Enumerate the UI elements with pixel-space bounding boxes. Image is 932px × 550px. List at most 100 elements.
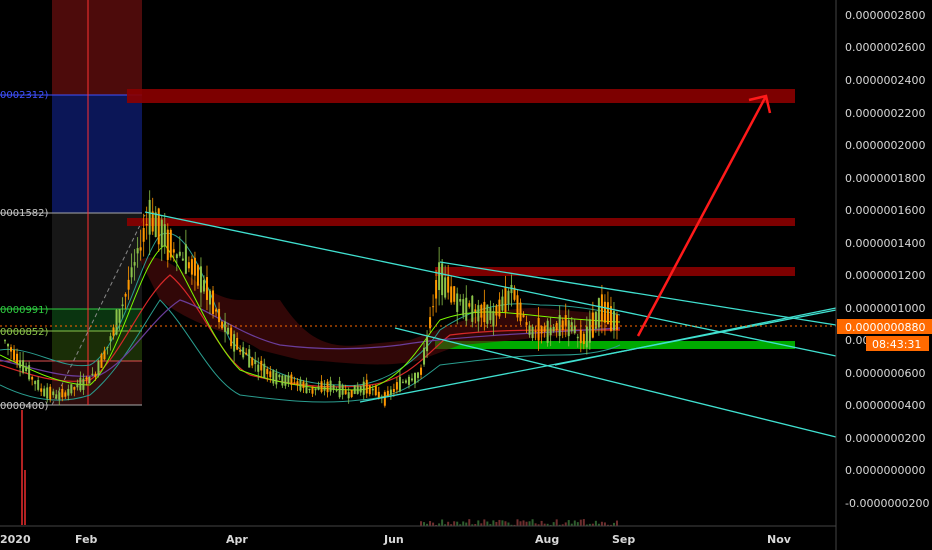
x-label-6: Nov — [767, 533, 792, 546]
candle-body — [353, 385, 356, 394]
y-tick-2: 0.0000002400 — [845, 74, 925, 87]
candle-body — [441, 263, 444, 296]
volume-bar — [576, 522, 579, 526]
candle-body — [398, 376, 401, 392]
y-tick-9: 0.0000001000 — [845, 302, 925, 315]
candle-body — [302, 381, 305, 388]
candle-body — [142, 228, 145, 242]
candle-body — [450, 286, 453, 303]
candle-body — [468, 303, 471, 307]
candle-body — [187, 262, 190, 269]
y-tick-3: 0.0000002200 — [845, 107, 925, 120]
candle-body — [365, 379, 368, 394]
candle-body — [531, 326, 534, 338]
fib-label-4: 0000400) — [0, 401, 49, 412]
countdown-badge: 08:43:31 — [866, 336, 929, 351]
volume-bar — [456, 521, 459, 526]
candle-body — [326, 381, 329, 393]
candle-body — [498, 299, 501, 317]
volume-bar — [507, 522, 510, 526]
candle-body — [52, 391, 55, 396]
candle-body — [528, 325, 531, 335]
y-tick-12: 0.0000000400 — [845, 399, 925, 412]
volume-bar — [429, 521, 432, 526]
candle-body — [172, 249, 175, 253]
candle-body — [323, 386, 326, 391]
candle-body — [257, 364, 260, 372]
candle-body — [456, 293, 459, 312]
volume-bar — [594, 520, 597, 526]
candle-body — [284, 375, 287, 386]
volume-bar — [483, 519, 486, 526]
resistance-zone-low — [435, 267, 795, 276]
price-chart[interactable]: 0002312) 0001582) 0000991) 0000852) 0000… — [0, 0, 932, 550]
fib-label-2: 0000991) — [0, 305, 49, 316]
volume-bar — [552, 522, 555, 526]
candle-body — [181, 258, 184, 261]
volume-bar — [567, 520, 570, 526]
volume-bar — [615, 520, 618, 526]
candle-body — [504, 287, 507, 313]
candle-body — [91, 373, 94, 376]
candle-body — [275, 372, 278, 385]
y-tick-15: -0.0000000200 — [845, 497, 929, 510]
candle-body — [130, 267, 133, 278]
candle-body — [40, 388, 43, 392]
candle-body — [570, 322, 573, 331]
candle-body — [202, 280, 205, 292]
volume-bar — [465, 522, 468, 526]
candle-body — [236, 337, 239, 350]
candle-body — [588, 319, 591, 343]
candle-body — [136, 248, 139, 254]
candle-body — [579, 330, 582, 344]
candle-body — [31, 376, 34, 380]
resistance-zone-top — [127, 89, 795, 103]
candle-body — [190, 259, 193, 275]
candle-body — [395, 382, 398, 390]
candle-body — [612, 311, 615, 331]
candle-body — [163, 224, 166, 247]
candle-body — [597, 298, 600, 328]
candle-body — [356, 386, 359, 394]
candle-body — [245, 352, 248, 355]
candle-body — [311, 386, 314, 394]
candle-body — [462, 299, 465, 316]
candle-body — [549, 327, 552, 336]
candle-body — [112, 327, 115, 336]
candle-body — [305, 382, 308, 394]
candle-body — [534, 331, 537, 333]
candle-body — [426, 336, 429, 352]
candle-body — [335, 390, 338, 392]
volume-bar — [498, 519, 501, 526]
candle-body — [278, 374, 281, 378]
candle-body — [281, 375, 284, 386]
candle-body — [55, 394, 58, 399]
y-tick-1: 0.0000002600 — [845, 41, 925, 54]
volume-bar — [603, 522, 606, 526]
candle-body — [166, 229, 169, 260]
fib-label-1: 0001582) — [0, 208, 49, 219]
candle-body — [480, 304, 483, 318]
candle-body — [233, 334, 236, 352]
candle-body — [58, 392, 61, 400]
candle-body — [290, 374, 293, 385]
candle-body — [453, 286, 456, 302]
y-tick-13: 0.0000000200 — [845, 432, 925, 445]
candle-body — [82, 378, 85, 390]
candle-body — [212, 290, 215, 314]
candle-body — [432, 306, 435, 308]
candle-body — [94, 373, 97, 378]
candle-body — [260, 360, 263, 371]
candle-body — [332, 384, 335, 391]
candle-body — [34, 380, 37, 385]
volume-bar — [468, 519, 471, 526]
candle-body — [296, 381, 299, 386]
candle-body — [546, 320, 549, 343]
current-price-badge: 0.0000000880 — [837, 319, 932, 334]
candle-body — [386, 390, 389, 396]
candle-body — [73, 386, 76, 390]
candle-body — [248, 349, 251, 368]
candle-body — [489, 307, 492, 321]
volume-bar — [477, 520, 480, 526]
candle-body — [242, 347, 245, 358]
